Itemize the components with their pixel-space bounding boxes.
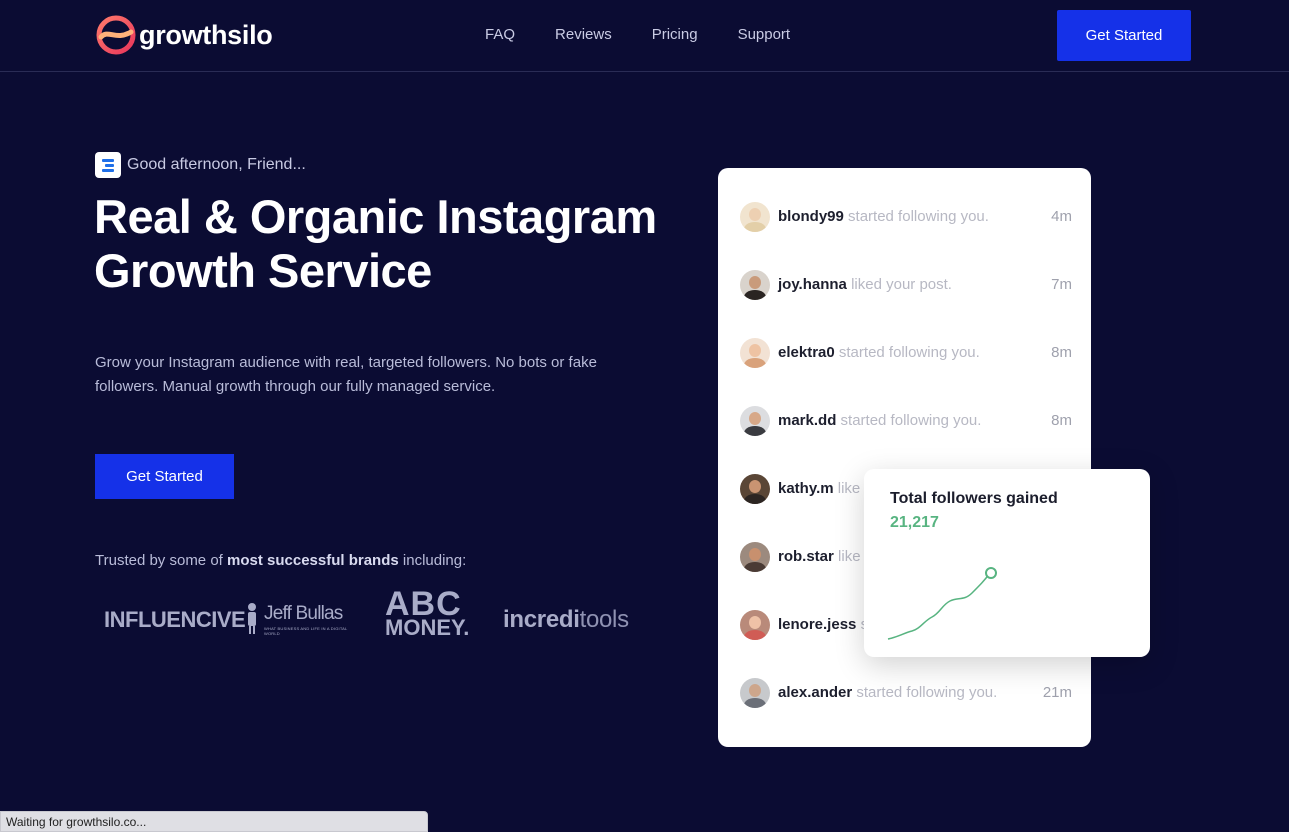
activity-username: alex.ander <box>778 684 853 701</box>
trusted-bold: most successful brands <box>227 552 399 569</box>
activity-text: kathy.m like <box>778 480 860 497</box>
activity-action: like <box>838 548 861 565</box>
activity-item: alex.ander started following you. 21m <box>740 678 1072 710</box>
browser-status-bar: Waiting for growthsilo.co... <box>0 811 428 832</box>
avatar <box>740 202 770 232</box>
abc-money-logo: ABC MONEY. <box>385 585 470 640</box>
activity-time: 21m <box>1042 684 1072 701</box>
nav-link-support[interactable]: Support <box>738 26 791 43</box>
headline-line-2: Growth Service <box>94 244 432 297</box>
avatar <box>740 270 770 300</box>
activity-username: elektra0 <box>778 344 835 361</box>
activity-username: kathy.m <box>778 480 834 497</box>
nav-link-faq[interactable]: FAQ <box>485 26 515 43</box>
headline-line-1: Real & Organic Instagram <box>94 190 657 243</box>
activity-text: mark.dd started following you. <box>778 412 981 429</box>
greeting: Good afternoon, Friend... <box>95 152 306 178</box>
activity-username: blondy99 <box>778 208 844 225</box>
sparkline-endpoint <box>985 567 997 579</box>
activity-time: 8m <box>1051 412 1072 429</box>
avatar <box>740 474 770 504</box>
activity-username: rob.star <box>778 548 834 565</box>
greeting-text: Good afternoon, Friend... <box>127 156 306 173</box>
trusted-prefix: Trusted by some of <box>95 552 227 569</box>
jeff-bullas-name: Jeff Bullas <box>264 603 343 624</box>
activity-item: blondy99 started following you. 4m <box>740 202 1072 234</box>
activity-action: started following you. <box>840 412 982 429</box>
sparkline-path <box>887 572 991 640</box>
activity-text: alex.ander started following you. <box>778 684 997 701</box>
hero-get-started-button[interactable]: Get Started <box>95 454 234 499</box>
activity-item: joy.hanna liked your post. 7m <box>740 270 1072 302</box>
activity-action: started following you. <box>838 344 980 361</box>
activity-username: lenore.jess <box>778 616 857 633</box>
logo[interactable]: growthsilo <box>96 15 273 55</box>
jeff-bullas-logo: Jeff Bullas WHAT BUSINESS AND LIFE IN A … <box>246 600 364 636</box>
jeff-bullas-tagline: WHAT BUSINESS AND LIFE IN A DIGITAL WORL… <box>264 626 348 636</box>
nav-get-started-button[interactable]: Get Started <box>1057 10 1191 61</box>
activity-action: started following you. <box>848 208 989 225</box>
person-figure-icon <box>248 603 256 634</box>
followers-growth-sparkline <box>887 567 997 640</box>
followers-value: 21,217 <box>890 514 939 531</box>
abc-text: ABC <box>385 585 462 623</box>
nav-link-reviews[interactable]: Reviews <box>555 26 612 43</box>
avatar <box>740 542 770 572</box>
avatar <box>740 610 770 640</box>
hero-headline: Real & Organic Instagram Growth Service <box>94 190 694 298</box>
increditools-text-b: tools <box>579 606 630 633</box>
followers-gained-card: Total followers gained 21,217 <box>864 469 1150 657</box>
activity-text: lenore.jess s <box>778 616 868 633</box>
logo-text: growthsilo <box>139 19 273 50</box>
activity-time: 7m <box>1051 276 1072 293</box>
increditools-text-a: incredi <box>503 606 580 633</box>
top-nav: growthsilo FAQ Reviews Pricing Support G… <box>0 0 1289 72</box>
activity-username: joy.hanna <box>778 276 847 293</box>
influencive-logo: INFLUENCIVE <box>104 607 246 632</box>
avatar <box>740 678 770 708</box>
avatar <box>740 406 770 436</box>
increditools-logo: increditools <box>503 606 629 634</box>
avatar <box>740 338 770 368</box>
nav-link-pricing[interactable]: Pricing <box>652 26 698 43</box>
money-text: MONEY. <box>385 615 470 640</box>
activity-action: liked your post. <box>851 276 952 293</box>
menu-lines-icon <box>95 152 121 178</box>
activity-text: elektra0 started following you. <box>778 344 980 361</box>
brand-logos: INFLUENCIVE Jeff Bullas WHAT BUSINESS AN… <box>104 585 644 648</box>
trusted-by-text: Trusted by some of most successful brand… <box>95 552 466 569</box>
hero-subtext: Grow your Instagram audience with real, … <box>95 354 597 395</box>
activity-time: 8m <box>1051 344 1072 361</box>
trusted-suffix: including: <box>398 552 467 569</box>
activity-time: 4m <box>1051 208 1072 225</box>
activity-action: started following you. <box>856 684 998 701</box>
activity-username: mark.dd <box>778 412 837 429</box>
nav-links: FAQ Reviews Pricing Support <box>485 26 830 43</box>
activity-feed-card: blondy99 started following you. 4m joy.h… <box>718 168 1091 747</box>
activity-text: blondy99 started following you. <box>778 208 989 225</box>
activity-text: rob.star like <box>778 548 861 565</box>
activity-item: mark.dd started following you. 8m <box>740 406 1072 438</box>
activity-action: like <box>837 480 861 497</box>
followers-title: Total followers gained <box>890 490 1058 507</box>
growthsilo-logo-icon <box>96 15 136 55</box>
activity-text: joy.hanna liked your post. <box>778 276 952 293</box>
activity-item: elektra0 started following you. 8m <box>740 338 1072 370</box>
